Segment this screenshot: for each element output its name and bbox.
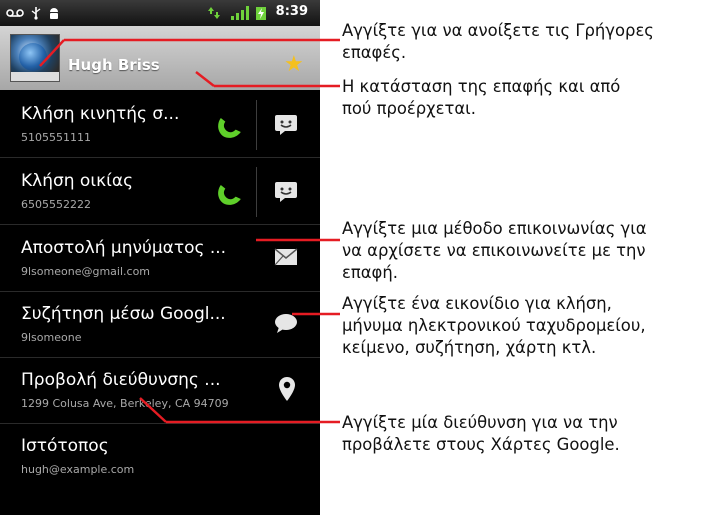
row-title: Αποστολή μηνύματος ... [21, 238, 227, 258]
row-subtitle: 9lsomeone [21, 331, 82, 344]
data-activity-icon [208, 7, 220, 19]
battery-charging-icon [256, 7, 266, 20]
avatar-quick-contact-strip [11, 72, 59, 81]
sms-icon[interactable] [274, 114, 298, 136]
row-subtitle: hugh@example.com [21, 463, 135, 476]
callout-contact-status: Η κατάσταση της επαφής και από πού προέρ… [342, 77, 621, 118]
signal-strength-icon [231, 6, 249, 20]
phone-icon[interactable] [214, 112, 242, 140]
row-title: Κλήση κινητής σ... [21, 104, 180, 124]
callout-address-maps: Αγγίξτε μία διεύθυνση για να την προβάλε… [342, 413, 620, 454]
callout-quick-contact: Αγγίξτε για να ανοίξετε τις Γρήγορες επα… [342, 21, 654, 62]
usb-icon [31, 7, 41, 20]
phone-screen: 8:39 Hugh Briss ★ Κλήση κινητής σ... 510… [0, 0, 320, 515]
status-bar: 8:39 [0, 0, 320, 26]
row-divider [256, 100, 257, 150]
row-subtitle: 6505552222 [21, 198, 91, 211]
contact-name: Hugh Briss [68, 56, 160, 74]
voicemail-icon [6, 9, 24, 17]
list-item[interactable]: Προβολή διεύθυνσης ... 1299 Colusa Ave, … [0, 358, 320, 424]
status-time: 8:39 [275, 4, 308, 19]
row-subtitle[interactable]: 1299 Colusa Ave, Berkeley, CA 94709 [21, 397, 229, 410]
globe-icon [19, 43, 47, 71]
star-icon[interactable]: ★ [284, 54, 304, 76]
callout-communication-method: Αγγίξτε μια μέθοδο επικοινωνίας για να α… [342, 219, 647, 282]
row-subtitle: 9lsomeone@gmail.com [21, 265, 151, 278]
chat-bubble-icon[interactable] [274, 312, 298, 334]
list-item[interactable]: Κλήση κινητής σ... 5105551111 [0, 92, 320, 158]
contact-header: Hugh Briss ★ [0, 26, 320, 90]
list-item[interactable]: Κλήση οικίας 6505552222 [0, 159, 320, 225]
envelope-icon[interactable] [274, 248, 298, 266]
row-subtitle: 5105551111 [21, 131, 91, 144]
list-item[interactable]: Ιστότοπος hugh@example.com [0, 424, 320, 490]
contact-avatar[interactable] [10, 34, 60, 82]
row-title: Προβολή διεύθυνσης ... [21, 370, 221, 390]
row-title: Κλήση οικίας [21, 171, 134, 191]
list-item[interactable]: Αποστολή μηνύματος ... 9lsomeone@gmail.c… [0, 226, 320, 292]
android-debug-icon [50, 8, 58, 19]
phone-icon[interactable] [214, 179, 242, 207]
sms-icon[interactable] [274, 181, 298, 203]
row-divider [256, 167, 257, 217]
list-item[interactable]: Συζήτηση μέσω Googl... 9lsomeone [0, 292, 320, 358]
callout-action-icon: Αγγίξτε ένα εικονίδιο για κλήση, μήνυμα … [342, 294, 646, 357]
row-title: Συζήτηση μέσω Googl... [21, 304, 226, 324]
map-pin-icon[interactable] [278, 376, 296, 402]
row-title: Ιστότοπος [21, 436, 109, 456]
